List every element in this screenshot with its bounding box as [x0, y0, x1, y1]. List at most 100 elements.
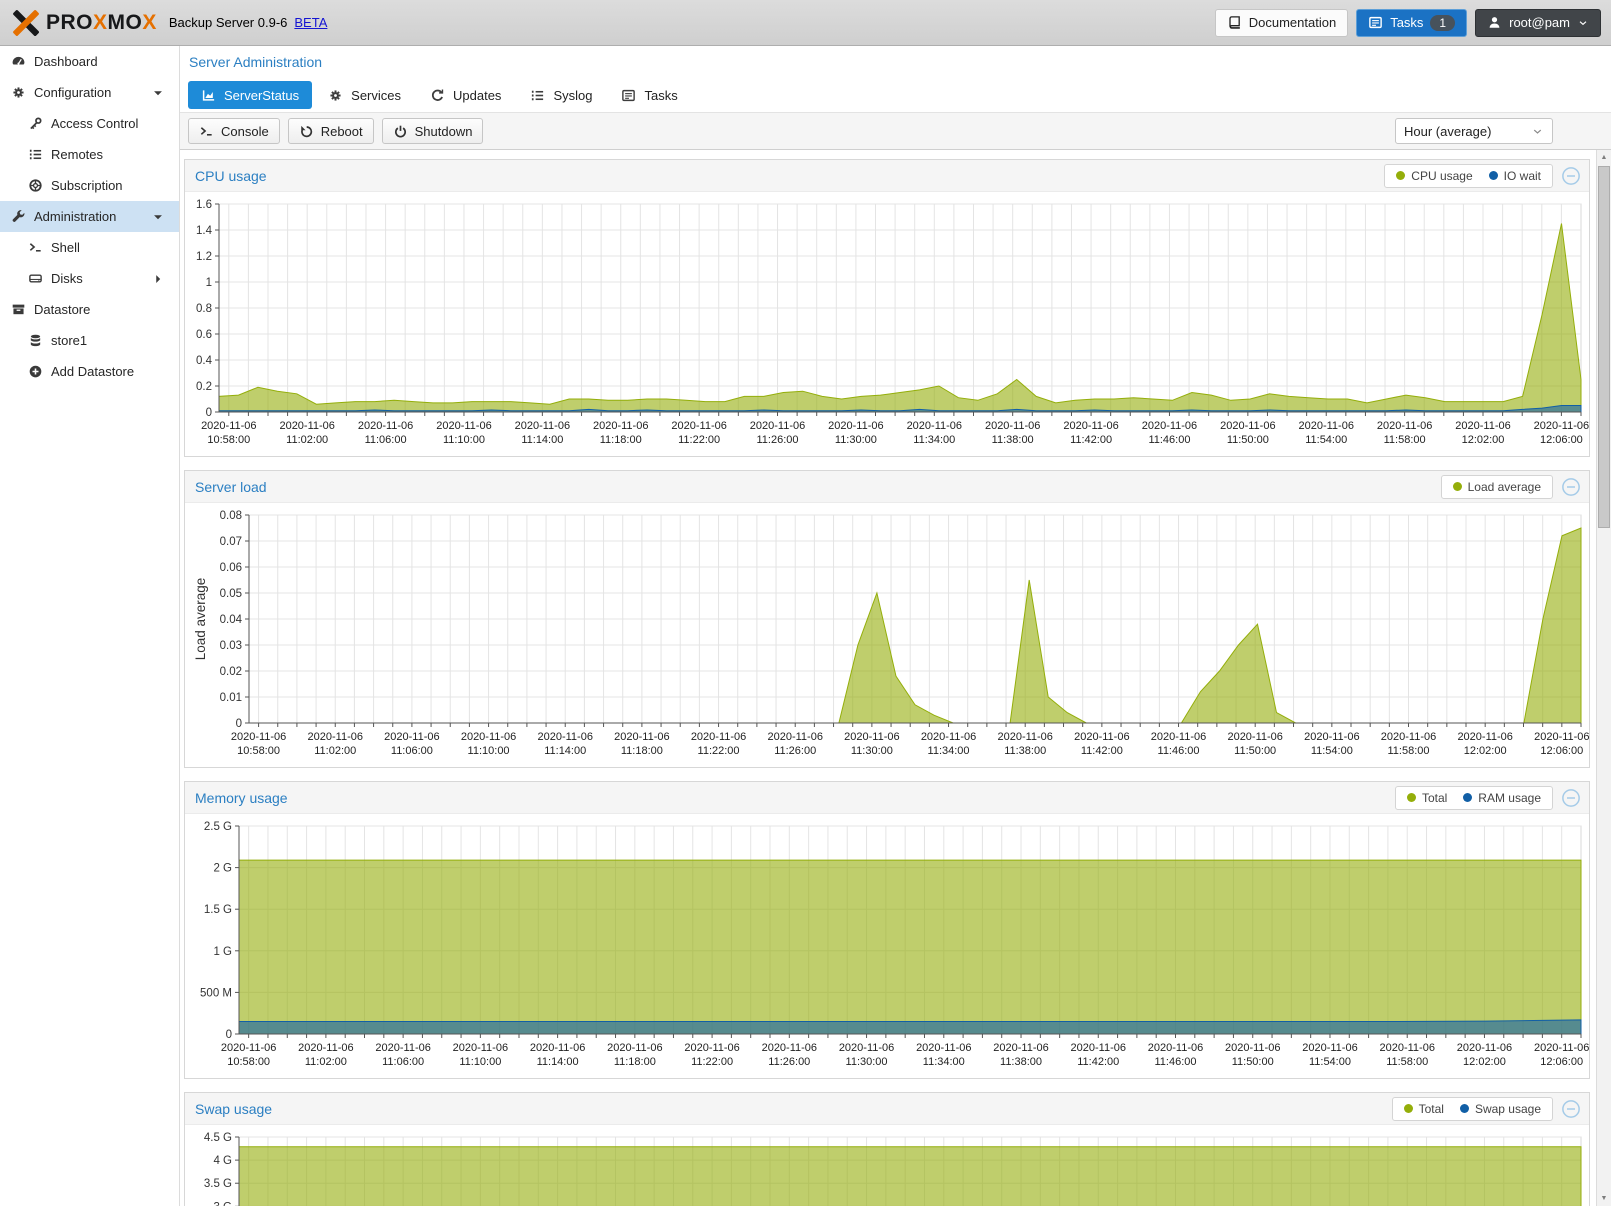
toolbar: Console Reboot Shutdown Hour (average): [180, 112, 1611, 150]
legend-item-load-average[interactable]: Load average: [1453, 480, 1541, 494]
timeframe-value: Hour (average): [1404, 124, 1491, 139]
sidebar-item-subscription[interactable]: Subscription: [0, 170, 179, 201]
svg-text:11:38:00: 11:38:00: [1000, 1056, 1042, 1068]
svg-text:0.05: 0.05: [220, 588, 242, 600]
legend-item-cpu-usage[interactable]: CPU usage: [1396, 169, 1472, 183]
svg-text:1.2: 1.2: [196, 251, 212, 263]
svg-text:11:02:00: 11:02:00: [305, 1056, 347, 1068]
chart-server-load: 00.010.020.030.040.050.060.070.082020-11…: [185, 503, 1589, 767]
chart-title: CPU usage: [195, 168, 267, 184]
chart-legend: Load average: [1441, 475, 1553, 499]
reboot-button[interactable]: Reboot: [288, 118, 374, 144]
lifering-icon: [28, 178, 43, 193]
svg-text:2020-11-06: 2020-11-06: [1455, 420, 1510, 432]
sidebar-item-shell[interactable]: Shell: [0, 232, 179, 263]
svg-text:2020-11-06: 2020-11-06: [1063, 420, 1118, 432]
svg-text:4.5 G: 4.5 G: [204, 1132, 232, 1144]
tab-tasks[interactable]: Tasks: [608, 81, 690, 109]
legend-dot-icon: [1460, 1104, 1469, 1113]
svg-text:2020-11-06: 2020-11-06: [1225, 1042, 1280, 1054]
panel-header: Memory usageTotalRAM usage: [185, 782, 1589, 814]
svg-text:0.8: 0.8: [196, 303, 212, 315]
collapse-panel-icon[interactable]: [1561, 1099, 1581, 1119]
svg-text:11:46:00: 11:46:00: [1148, 434, 1190, 446]
scroll-down-arrow-icon[interactable]: ▼: [1597, 1191, 1611, 1206]
brand-text: PROXMOX: [46, 11, 157, 35]
panel-memory-usage: Memory usageTotalRAM usage0500 M1 G1.5 G…: [184, 781, 1590, 1079]
legend-item-io-wait[interactable]: IO wait: [1489, 169, 1541, 183]
sidebar-item-store1[interactable]: store1: [0, 325, 179, 356]
svg-text:2020-11-06: 2020-11-06: [1151, 731, 1206, 743]
legend-item-total[interactable]: Total: [1404, 1102, 1444, 1116]
sidebar-item-dashboard[interactable]: Dashboard: [0, 46, 179, 77]
terminal-icon: [199, 124, 214, 139]
sidebar-item-disks[interactable]: Disks: [0, 263, 179, 294]
svg-text:2020-11-06: 2020-11-06: [921, 731, 976, 743]
vertical-scrollbar[interactable]: ▲ ▼: [1596, 150, 1611, 1206]
legend-item-total[interactable]: Total: [1407, 791, 1447, 805]
tab-syslog[interactable]: Syslog: [517, 81, 605, 109]
svg-text:0.03: 0.03: [220, 640, 242, 652]
shutdown-button[interactable]: Shutdown: [382, 118, 484, 144]
svg-text:11:58:00: 11:58:00: [1388, 745, 1430, 757]
sidebar-item-remotes[interactable]: Remotes: [0, 139, 179, 170]
documentation-button[interactable]: Documentation: [1215, 9, 1348, 37]
svg-text:2.5 G: 2.5 G: [204, 821, 232, 833]
svg-text:0.2: 0.2: [196, 381, 212, 393]
svg-text:2020-11-06: 2020-11-06: [358, 420, 413, 432]
svg-text:0: 0: [226, 1029, 232, 1041]
svg-text:11:38:00: 11:38:00: [992, 434, 1034, 446]
scrollbar-thumb[interactable]: [1598, 166, 1610, 528]
panel-header: Swap usage Total Swap usage: [185, 1093, 1589, 1125]
svg-text:2020-11-06: 2020-11-06: [1379, 1042, 1434, 1054]
svg-text:11:26:00: 11:26:00: [757, 434, 799, 446]
sidebar-item-add-datastore[interactable]: Add Datastore: [0, 356, 179, 387]
svg-text:1: 1: [206, 277, 212, 289]
tab-updates[interactable]: Updates: [417, 81, 514, 109]
tab-label: Syslog: [553, 88, 592, 103]
sidebar-item-datastore[interactable]: Datastore: [0, 294, 179, 325]
svg-text:11:06:00: 11:06:00: [391, 745, 433, 757]
svg-text:11:22:00: 11:22:00: [678, 434, 720, 446]
svg-text:Load average: Load average: [193, 578, 208, 661]
svg-text:11:30:00: 11:30:00: [851, 745, 893, 757]
sidebar-item-label: Administration: [34, 209, 116, 224]
svg-text:11:42:00: 11:42:00: [1077, 1056, 1119, 1068]
svg-text:2020-11-06: 2020-11-06: [279, 420, 334, 432]
book-icon: [1227, 15, 1242, 30]
tab-serverstatus[interactable]: ServerStatus: [188, 81, 312, 109]
chart-memory-usage: 0500 M1 G1.5 G2 G2.5 G2020-11-0610:58:00…: [185, 814, 1589, 1078]
legend-item-ram-usage[interactable]: RAM usage: [1463, 791, 1541, 805]
brand-segment: X: [142, 11, 157, 34]
collapse-panel-icon[interactable]: [1561, 477, 1581, 497]
svg-text:2020-11-06: 2020-11-06: [985, 420, 1040, 432]
brand-segment: X: [93, 11, 108, 34]
console-button[interactable]: Console: [188, 118, 280, 144]
tab-services[interactable]: Services: [315, 81, 414, 109]
svg-text:12:06:00: 12:06:00: [1540, 1056, 1583, 1068]
svg-text:2 G: 2 G: [213, 863, 232, 875]
panel-server-load: Server loadLoad average00.010.020.030.04…: [184, 470, 1590, 768]
chart-title: Server load: [195, 479, 267, 495]
svg-text:2020-11-06: 2020-11-06: [530, 1042, 585, 1054]
svg-text:1 G: 1 G: [213, 946, 232, 958]
chart-title: Swap usage: [195, 1101, 272, 1117]
collapse-panel-icon[interactable]: [1561, 788, 1581, 808]
timeframe-select[interactable]: Hour (average): [1395, 118, 1553, 144]
sidebar-item-label: Dashboard: [34, 54, 98, 69]
tasks-button[interactable]: Tasks 1: [1356, 9, 1467, 37]
sidebar-item-administration[interactable]: Administration: [0, 201, 179, 232]
user-menu-button[interactable]: root@pam: [1475, 9, 1601, 37]
legend-label: CPU usage: [1411, 169, 1472, 183]
tab-label: ServerStatus: [224, 88, 299, 103]
sidebar-item-configuration[interactable]: Configuration: [0, 77, 179, 108]
button-label: Console: [221, 124, 269, 139]
svg-text:0.06: 0.06: [220, 562, 242, 574]
legend-item-swap-usage[interactable]: Swap usage: [1460, 1102, 1541, 1116]
svg-text:2020-11-06: 2020-11-06: [221, 1042, 276, 1054]
scroll-up-arrow-icon[interactable]: ▲: [1597, 150, 1611, 165]
sidebar-item-access-control[interactable]: Access Control: [0, 108, 179, 139]
beta-link[interactable]: BETA: [294, 15, 327, 30]
legend-dot-icon: [1463, 793, 1472, 802]
collapse-panel-icon[interactable]: [1561, 166, 1581, 186]
